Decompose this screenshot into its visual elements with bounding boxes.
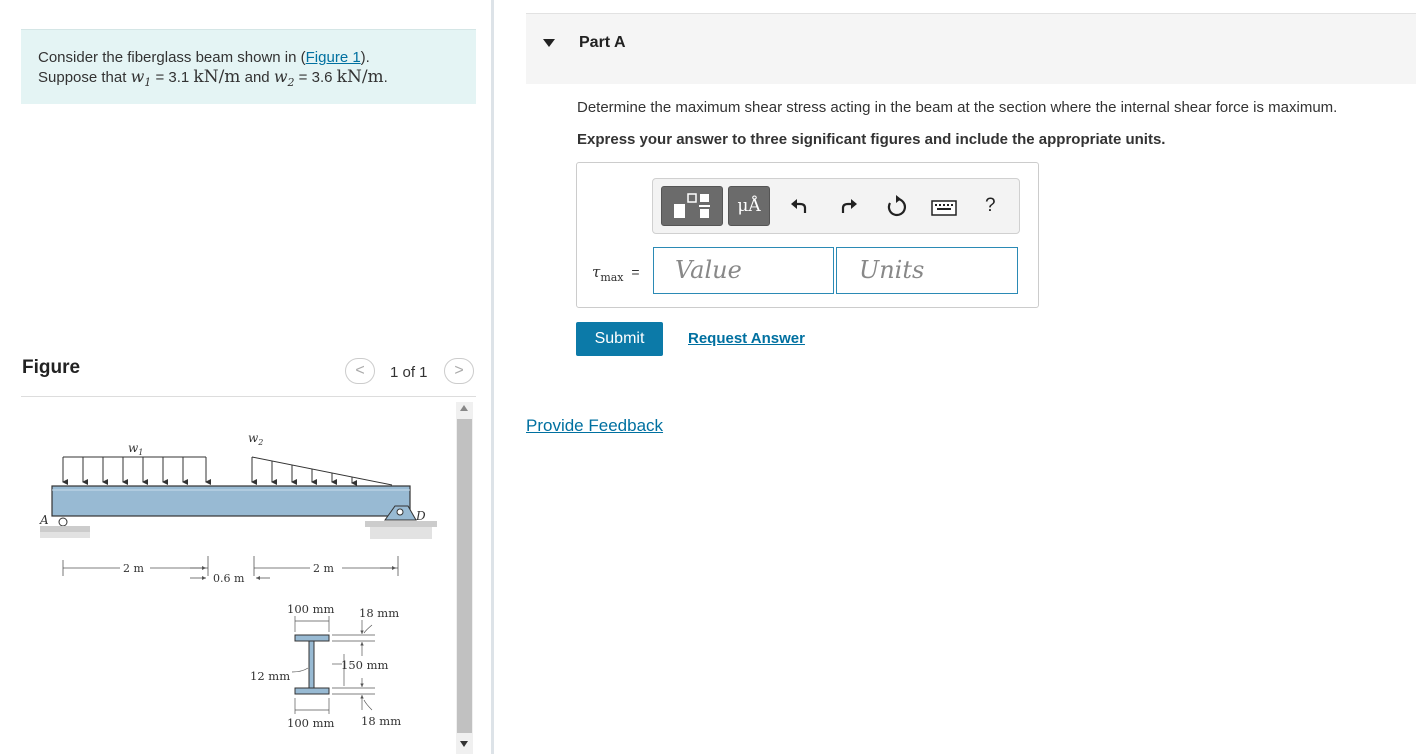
submit-button[interactable]: Submit	[576, 322, 663, 356]
support-d-label: D	[415, 509, 426, 523]
figure-title: Figure	[22, 357, 81, 378]
chevron-left-icon: <	[355, 362, 365, 379]
problem-text: Consider the fiberglass beam shown in (	[38, 49, 306, 66]
w1-label: w1	[128, 441, 143, 457]
value-placeholder: Value	[675, 256, 742, 284]
redo-icon[interactable]	[837, 196, 859, 218]
figure-prev-button[interactable]: <	[345, 358, 375, 384]
problem-text: Suppose that	[38, 69, 131, 86]
w1-unit: kN/m	[193, 67, 241, 87]
figure-divider	[21, 396, 476, 397]
column-divider	[491, 0, 494, 754]
scroll-down-arrow-icon[interactable]	[460, 741, 468, 747]
w1-variable: w1	[130, 67, 152, 90]
flange-width-bot: 100 mm	[287, 716, 335, 730]
figure-scrollbar[interactable]	[456, 402, 473, 754]
figure-1-link[interactable]: Figure 1	[306, 49, 361, 66]
units-placeholder: Units	[859, 256, 925, 284]
answer-box: μÅ ? τmax = Value Units	[576, 162, 1039, 308]
problem-text: and	[240, 69, 274, 86]
w2-unit: kN/m	[336, 67, 384, 87]
answer-variable: τmax =	[592, 263, 640, 284]
mu-angstrom-icon: μÅ	[737, 196, 761, 216]
support-a-label: A	[39, 513, 49, 527]
instruction-text: Express your answer to three significant…	[577, 131, 1166, 148]
question-text: Determine the maximum shear stress actin…	[577, 99, 1338, 116]
chevron-right-icon: >	[454, 362, 464, 379]
w2-value: = 3.6	[294, 69, 337, 86]
figure-image: w1 w2 A D 2 m 0.6 m 2 m 100 mm 18 mm 150…	[39, 431, 437, 730]
dim-2m-right: 2 m	[313, 562, 334, 575]
equation-toolbar: μÅ ?	[652, 178, 1020, 234]
dim-0.6m: 0.6 m	[213, 572, 245, 585]
web-thickness: 12 mm	[250, 669, 290, 683]
scrollbar-thumb[interactable]	[457, 419, 472, 733]
templates-button[interactable]	[661, 186, 723, 226]
w1-value: = 3.1	[151, 69, 194, 86]
flange-width-top: 100 mm	[287, 602, 335, 616]
problem-line-2: Suppose that w1 = 3.1 kN/m and w2 = 3.6 …	[38, 67, 388, 89]
reset-icon[interactable]	[885, 195, 909, 219]
w2-variable: w2	[273, 67, 295, 90]
tau-subscript: max	[600, 270, 624, 284]
problem-line-1: Consider the fiberglass beam shown in (F…	[38, 49, 370, 66]
help-button[interactable]: ?	[985, 195, 996, 217]
flange-thk-top: 18 mm	[359, 606, 399, 620]
scroll-up-arrow-icon[interactable]	[460, 405, 468, 411]
part-a-header[interactable]: Part A	[526, 13, 1416, 84]
units-input[interactable]: Units	[836, 247, 1018, 294]
collapse-triangle-icon	[543, 39, 555, 47]
provide-feedback-link[interactable]: Provide Feedback	[526, 416, 663, 436]
fraction-template-icon	[674, 193, 710, 218]
w2-label: w2	[248, 431, 263, 447]
problem-text-end: ).	[360, 49, 370, 66]
equals-sign: =	[631, 264, 640, 280]
undo-icon[interactable]	[789, 196, 811, 218]
triangular-load-arrows	[251, 456, 393, 486]
dim-2m-left: 2 m	[123, 562, 144, 575]
value-input[interactable]: Value	[653, 247, 834, 294]
request-answer-link[interactable]: Request Answer	[688, 330, 805, 347]
keyboard-icon[interactable]	[931, 200, 957, 216]
problem-text-end: .	[383, 69, 388, 86]
web-height: 150 mm	[341, 658, 389, 672]
problem-statement-box: Consider the fiberglass beam shown in (F…	[21, 29, 476, 104]
i-beam-cross-section	[294, 634, 330, 695]
units-symbols-button[interactable]: μÅ	[728, 186, 770, 226]
uniform-load-arrows	[62, 456, 211, 485]
part-a-label: Part A	[579, 34, 626, 51]
figure-next-button[interactable]: >	[444, 358, 474, 384]
figure-pager: 1 of 1	[390, 364, 428, 381]
flange-thk-bot: 18 mm	[361, 714, 401, 728]
